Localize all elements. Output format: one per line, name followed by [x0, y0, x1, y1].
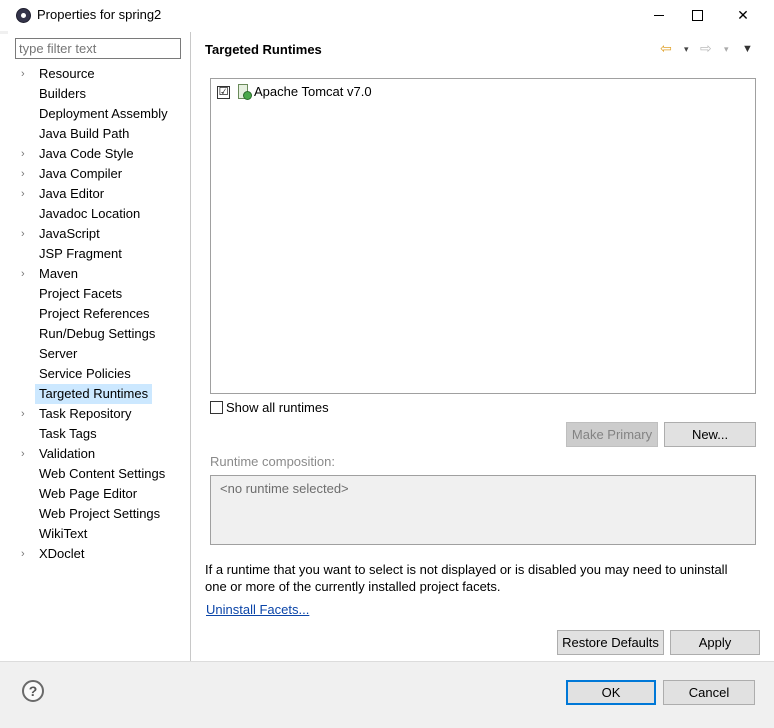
expand-chevron-icon[interactable]: ›: [21, 228, 25, 240]
tree-item[interactable]: › Java Code Style: [9, 144, 189, 164]
tree-item-label: Project Facets: [39, 286, 123, 301]
dialog-button-bar: ? OK Cancel: [0, 661, 774, 728]
tree-item-label: Task Repository: [39, 406, 132, 421]
expand-chevron-icon[interactable]: ›: [21, 188, 25, 200]
tree-item[interactable]: Run/Debug Settings: [9, 324, 189, 344]
tree-item-label: XDoclet: [39, 546, 85, 561]
tree-item[interactable]: Service Policies: [9, 364, 189, 384]
tree-item[interactable]: Project References: [9, 304, 189, 324]
back-arrow-icon[interactable]: ⇦: [660, 40, 672, 57]
tree-item[interactable]: › XDoclet: [9, 544, 189, 564]
tree-item[interactable]: › Java Editor: [9, 184, 189, 204]
page-title: Targeted Runtimes: [205, 42, 322, 57]
close-icon: ✕: [737, 7, 749, 23]
tree-item-label: Web Page Editor: [39, 486, 138, 501]
eclipse-app-icon: [16, 8, 31, 23]
info-line: If a runtime that you want to select is …: [205, 562, 728, 577]
tree-item-label: JSP Fragment: [39, 246, 122, 261]
tree-item[interactable]: WikiText: [9, 524, 189, 544]
maximize-icon: [691, 10, 703, 21]
background-window-edge-right: [766, 108, 774, 134]
tree-item-label: Javadoc Location: [39, 206, 141, 221]
runtime-composition-box: <no runtime selected>: [210, 475, 756, 545]
properties-nav-pane: › Resource Builders Deployment Assembly Java…: [9, 32, 191, 661]
tree-item[interactable]: › Java Compiler: [9, 164, 189, 184]
tree-item[interactable]: Web Content Settings: [9, 464, 189, 484]
tree-item[interactable]: Server: [9, 344, 189, 364]
tree-item-label: Java Code Style: [39, 146, 134, 161]
info-text: If a runtime that you want to select is …: [205, 561, 765, 595]
tree-item-label: JavaScript: [39, 226, 100, 241]
maximize-button[interactable]: [674, 0, 720, 31]
forward-dropdown-icon[interactable]: ▾: [724, 44, 729, 55]
show-all-runtimes-checkbox[interactable]: [210, 401, 223, 414]
tree-item[interactable]: Web Project Settings: [9, 504, 189, 524]
forward-arrow-icon[interactable]: ⇨: [700, 40, 712, 57]
cancel-button[interactable]: Cancel: [663, 680, 755, 705]
tree-item[interactable]: Web Page Editor: [9, 484, 189, 504]
expand-chevron-icon[interactable]: ›: [21, 548, 25, 560]
expand-chevron-icon[interactable]: ›: [21, 408, 25, 420]
uninstall-facets-link[interactable]: Uninstall Facets...: [206, 602, 309, 617]
tree-item-label: Web Content Settings: [39, 466, 166, 481]
minimize-icon: [654, 15, 664, 16]
expand-chevron-icon[interactable]: ›: [21, 68, 25, 80]
tree-item-label: Task Tags: [39, 426, 97, 441]
restore-defaults-button[interactable]: Restore Defaults: [557, 630, 664, 655]
window-title: Properties for spring2: [37, 7, 162, 22]
back-dropdown-icon[interactable]: ▾: [684, 44, 689, 55]
help-icon[interactable]: ?: [22, 680, 44, 702]
tree-item-label: Deployment Assembly: [39, 106, 168, 121]
expand-chevron-icon[interactable]: ›: [21, 448, 25, 460]
tree-item-label: Java Compiler: [39, 166, 123, 181]
tree-item[interactable]: Deployment Assembly: [9, 104, 189, 124]
tree-item-label: Project References: [39, 306, 150, 321]
tree-item-label: Web Project Settings: [39, 506, 161, 521]
title-bar[interactable]: Properties for spring2 ✕: [0, 0, 774, 31]
tree-item-label: WikiText: [39, 526, 88, 541]
tree-item-label: Validation: [39, 446, 96, 461]
show-all-runtimes-label: Show all runtimes: [226, 400, 329, 415]
page-navigation: ⇦ ▾ ⇨ ▾ ▼: [660, 40, 760, 58]
expand-chevron-icon[interactable]: ›: [21, 268, 25, 280]
tree-item-label: Java Build Path: [39, 126, 130, 141]
tree-item-label: Builders: [39, 86, 86, 101]
tree-item-label: Server: [39, 346, 78, 361]
make-primary-button[interactable]: Make Primary: [566, 422, 658, 447]
apply-button[interactable]: Apply: [670, 630, 760, 655]
info-line: one or more of the currently installed p…: [205, 579, 501, 594]
tree-item[interactable]: › Validation: [9, 444, 189, 464]
expand-chevron-icon[interactable]: ›: [21, 168, 25, 180]
runtime-composition-value: <no runtime selected>: [220, 481, 349, 496]
runtime-checkbox[interactable]: ☑: [217, 86, 230, 99]
tree-item[interactable]: › Maven: [9, 264, 189, 284]
runtime-composition-label: Runtime composition:: [210, 454, 335, 469]
tree-item[interactable]: Builders: [9, 84, 189, 104]
close-button[interactable]: ✕: [720, 0, 766, 31]
runtime-label: Apache Tomcat v7.0: [254, 84, 372, 99]
tree-item-label: Java Editor: [39, 186, 105, 201]
expand-chevron-icon[interactable]: ›: [21, 148, 25, 160]
tree-item[interactable]: Javadoc Location: [9, 204, 189, 224]
tree-item-label: Targeted Runtimes: [35, 384, 153, 404]
tree-item-label: Resource: [39, 66, 95, 81]
tree-item-label: Run/Debug Settings: [39, 326, 156, 341]
tree-item[interactable]: › JavaScript: [9, 224, 189, 244]
tree-item[interactable]: › Task Repository: [9, 404, 189, 424]
tree-item-label: Maven: [39, 266, 79, 281]
filter-input[interactable]: [15, 38, 181, 59]
tree-item[interactable]: Targeted Runtimes: [9, 384, 189, 404]
tree-item[interactable]: JSP Fragment: [9, 244, 189, 264]
view-menu-icon[interactable]: ▼: [742, 43, 753, 55]
tree-item[interactable]: Task Tags: [9, 424, 189, 444]
tree-item[interactable]: Java Build Path: [9, 124, 189, 144]
tree-item-label: Service Policies: [39, 366, 131, 381]
new-runtime-button[interactable]: New...: [664, 422, 756, 447]
server-runtime-icon: [238, 84, 252, 100]
tree-item[interactable]: Project Facets: [9, 284, 189, 304]
ok-button[interactable]: OK: [566, 680, 656, 705]
runtimes-list[interactable]: ☑ Apache Tomcat v7.0: [210, 78, 756, 394]
tree-item[interactable]: › Resource: [9, 64, 189, 84]
